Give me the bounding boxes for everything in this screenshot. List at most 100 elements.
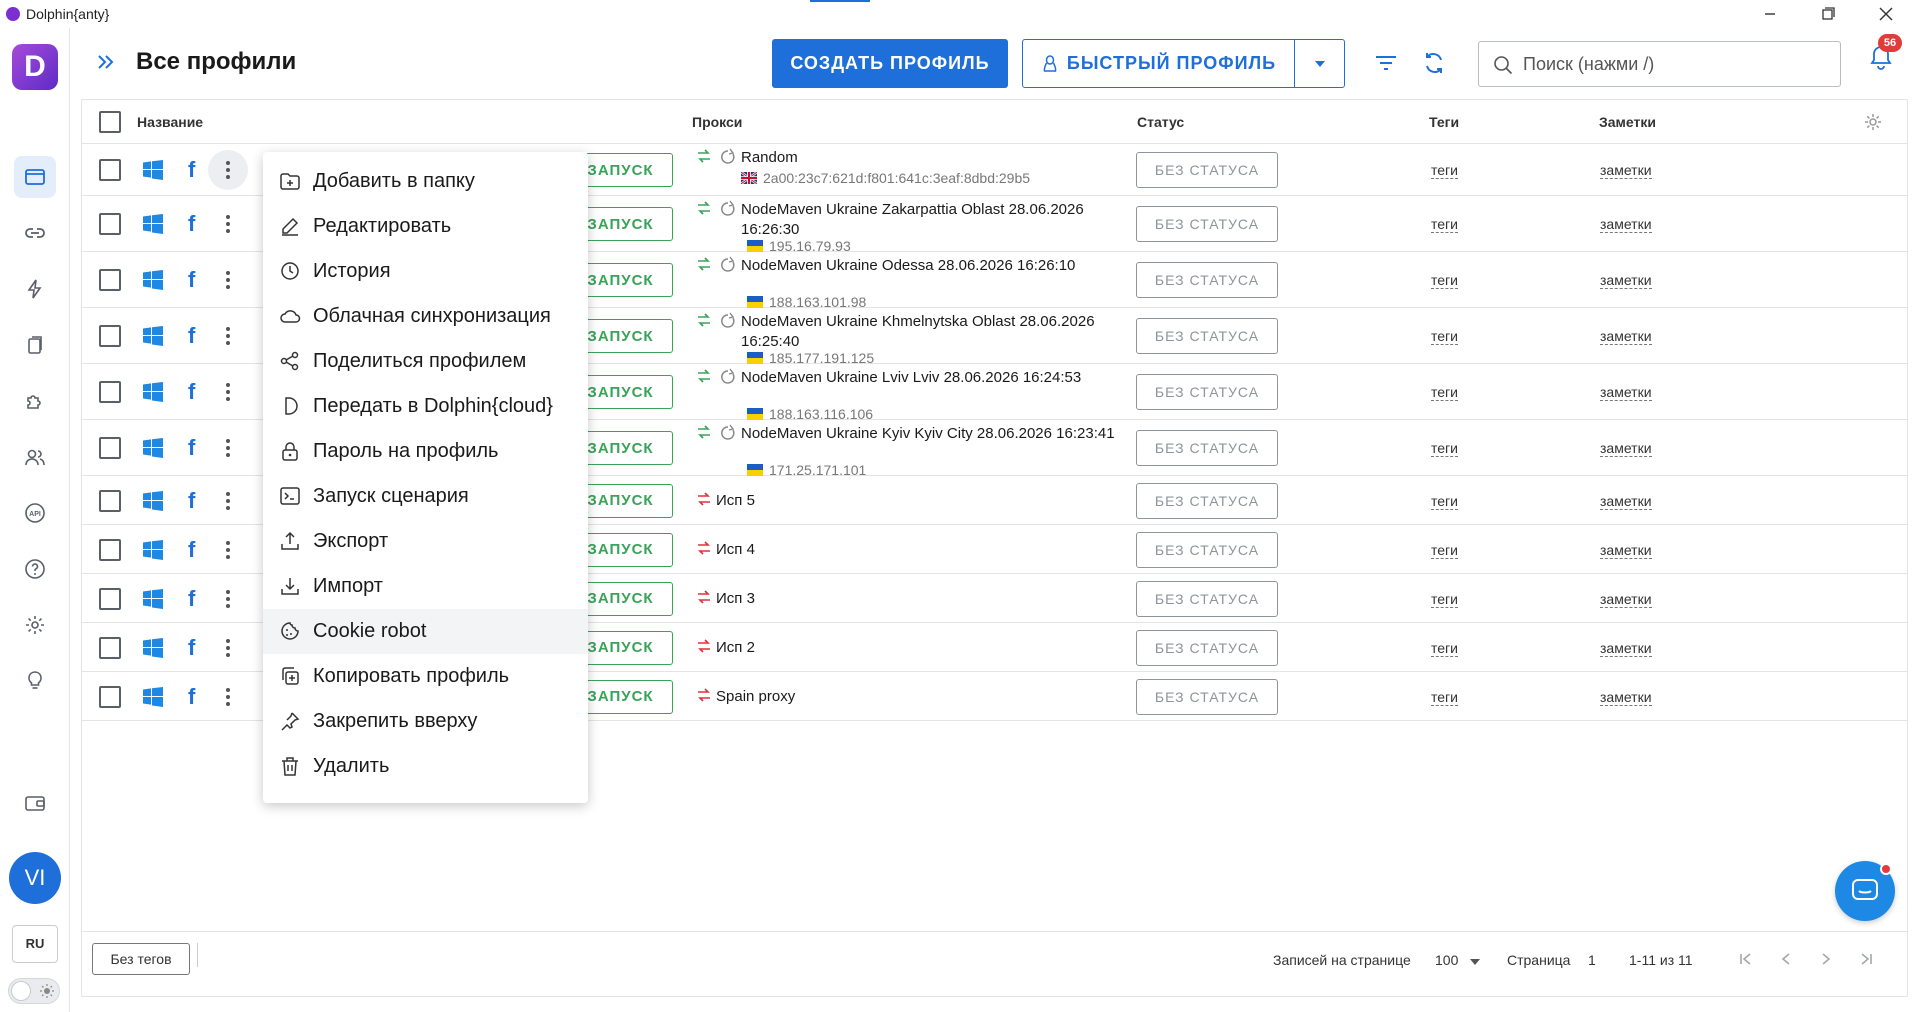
tags-link[interactable]: теги <box>1431 272 1458 289</box>
menu-item-cookie[interactable]: Cookie robot <box>263 609 588 654</box>
row-menu-icon[interactable] <box>208 260 248 300</box>
status-badge[interactable]: БЕЗ СТАТУСА <box>1136 206 1278 242</box>
proxy-cell[interactable]: NodeMaven Ukraine Khmelnytska Oblast 28.… <box>696 312 1116 366</box>
sidebar-item-extensions[interactable] <box>14 380 56 422</box>
refresh-icon[interactable] <box>1421 50 1447 76</box>
tags-link[interactable]: теги <box>1431 440 1458 457</box>
row-menu-icon[interactable] <box>208 579 248 619</box>
menu-item-lock[interactable]: Пароль на профиль <box>263 429 588 474</box>
menu-item-dolphin-cloud[interactable]: Передать в Dolphin{cloud} <box>263 384 588 429</box>
support-chat-button[interactable] <box>1835 861 1895 921</box>
row-checkbox[interactable] <box>99 159 121 181</box>
column-notes[interactable]: Заметки <box>1599 114 1656 130</box>
notes-link[interactable]: заметки <box>1600 384 1652 401</box>
search-input[interactable] <box>1523 52 1823 76</box>
app-logo[interactable]: D <box>12 44 58 90</box>
status-badge[interactable]: БЕЗ СТАТУСА <box>1136 318 1278 354</box>
row-checkbox[interactable] <box>99 437 121 459</box>
row-checkbox[interactable] <box>99 685 121 708</box>
menu-item-share[interactable]: Поделиться профилем <box>263 339 588 384</box>
notes-link[interactable]: заметки <box>1600 162 1652 179</box>
status-badge[interactable]: БЕЗ СТАТУСА <box>1136 629 1278 666</box>
proxy-cell[interactable]: Исп 5 <box>696 491 1116 511</box>
status-badge[interactable]: БЕЗ СТАТУСА <box>1136 678 1278 715</box>
menu-item-cloud[interactable]: Облачная синхронизация <box>263 294 588 339</box>
column-settings-icon[interactable] <box>1863 112 1883 132</box>
tags-link[interactable]: теги <box>1431 640 1458 657</box>
restore-icon[interactable] <box>1816 3 1840 25</box>
notes-link[interactable]: заметки <box>1600 542 1652 559</box>
per-page-caret-icon[interactable] <box>1470 959 1480 965</box>
status-badge[interactable]: БЕЗ СТАТУСА <box>1136 482 1278 519</box>
notes-link[interactable]: заметки <box>1600 493 1652 510</box>
row-menu-icon[interactable] <box>208 677 248 717</box>
notes-link[interactable]: заметки <box>1600 640 1652 657</box>
prev-page-icon[interactable] <box>1777 950 1795 968</box>
tags-link[interactable]: теги <box>1431 493 1458 510</box>
create-profile-button[interactable]: СОЗДАТЬ ПРОФИЛЬ <box>772 39 1008 88</box>
menu-item-pin[interactable]: Закрепить вверху <box>263 699 588 744</box>
menu-item-edit[interactable]: Редактировать <box>263 204 588 249</box>
sidebar-item-automation[interactable] <box>14 268 56 310</box>
status-badge[interactable]: БЕЗ СТАТУСА <box>1136 580 1278 617</box>
menu-item-trash[interactable]: Удалить <box>263 744 588 789</box>
tags-link[interactable]: теги <box>1431 384 1458 401</box>
sidebar-item-api[interactable]: API <box>14 492 56 534</box>
status-badge[interactable]: БЕЗ СТАТУСА <box>1136 152 1278 188</box>
row-menu-icon[interactable] <box>208 372 248 412</box>
row-checkbox[interactable] <box>99 538 121 561</box>
next-page-icon[interactable] <box>1817 950 1835 968</box>
sidebar-item-browser-profiles[interactable] <box>14 156 56 198</box>
proxy-cell[interactable]: NodeMaven Ukraine Zakarpattia Oblast 28.… <box>696 200 1116 254</box>
sidebar-item-proxies[interactable] <box>14 212 56 254</box>
first-page-icon[interactable] <box>1737 950 1755 968</box>
close-icon[interactable] <box>1874 3 1898 25</box>
tags-link[interactable]: теги <box>1431 689 1458 706</box>
column-status[interactable]: Статус <box>1137 114 1184 130</box>
proxy-cell[interactable]: NodeMaven Ukraine Lviv Lviv 28.06.2026 1… <box>696 368 1116 422</box>
language-selector[interactable]: RU <box>12 925 58 963</box>
select-all-checkbox[interactable] <box>99 111 121 133</box>
sidebar-item-tips[interactable] <box>14 660 56 702</box>
notes-link[interactable]: заметки <box>1600 591 1652 608</box>
notes-link[interactable]: заметки <box>1600 689 1652 706</box>
expand-sidebar-icon[interactable] <box>94 50 118 74</box>
row-menu-icon[interactable] <box>208 628 248 668</box>
row-checkbox[interactable] <box>99 325 121 347</box>
sidebar-item-settings[interactable] <box>14 604 56 646</box>
menu-item-export[interactable]: Экспорт <box>263 519 588 564</box>
quick-profile-dropdown[interactable] <box>1295 40 1345 87</box>
menu-item-copy[interactable]: Копировать профиль <box>263 654 588 699</box>
menu-item-import[interactable]: Импорт <box>263 564 588 609</box>
row-checkbox[interactable] <box>99 381 121 403</box>
tags-link[interactable]: теги <box>1431 216 1458 233</box>
proxy-cell[interactable]: NodeMaven Ukraine Kyiv Kyiv City 28.06.2… <box>696 424 1116 478</box>
menu-item-history[interactable]: История <box>263 249 588 294</box>
last-page-icon[interactable] <box>1857 950 1875 968</box>
sidebar-item-users[interactable] <box>14 436 56 478</box>
row-menu-icon[interactable] <box>208 428 248 468</box>
row-menu-icon[interactable] <box>208 530 248 570</box>
proxy-cell[interactable]: Исп 2 <box>696 638 1116 658</box>
status-badge[interactable]: БЕЗ СТАТУСА <box>1136 531 1278 568</box>
tags-link[interactable]: теги <box>1431 328 1458 345</box>
row-checkbox[interactable] <box>99 587 121 610</box>
no-tags-filter[interactable]: Без тегов <box>92 943 190 975</box>
sidebar-item-wallet[interactable] <box>14 782 56 824</box>
proxy-cell[interactable]: Исп 4 <box>696 540 1116 560</box>
notes-link[interactable]: заметки <box>1600 216 1652 233</box>
row-checkbox[interactable] <box>99 489 121 512</box>
proxy-cell[interactable]: Random 2a00:23c7:621d:f801:641c:3eaf:8db… <box>696 148 1116 194</box>
tags-link[interactable]: теги <box>1431 591 1458 608</box>
column-proxy[interactable]: Прокси <box>692 114 742 130</box>
user-avatar[interactable]: VI <box>9 852 61 904</box>
row-menu-icon[interactable] <box>208 150 248 190</box>
row-menu-icon[interactable] <box>208 481 248 521</box>
minimize-icon[interactable] <box>1758 3 1782 25</box>
proxy-cell[interactable]: Исп 3 <box>696 589 1116 609</box>
status-badge[interactable]: БЕЗ СТАТУСА <box>1136 374 1278 410</box>
filter-icon[interactable] <box>1373 50 1399 76</box>
status-badge[interactable]: БЕЗ СТАТУСА <box>1136 262 1278 298</box>
quick-profile-button[interactable]: БЫСТРЫЙ ПРОФИЛЬ <box>1023 40 1295 87</box>
row-checkbox[interactable] <box>99 213 121 235</box>
